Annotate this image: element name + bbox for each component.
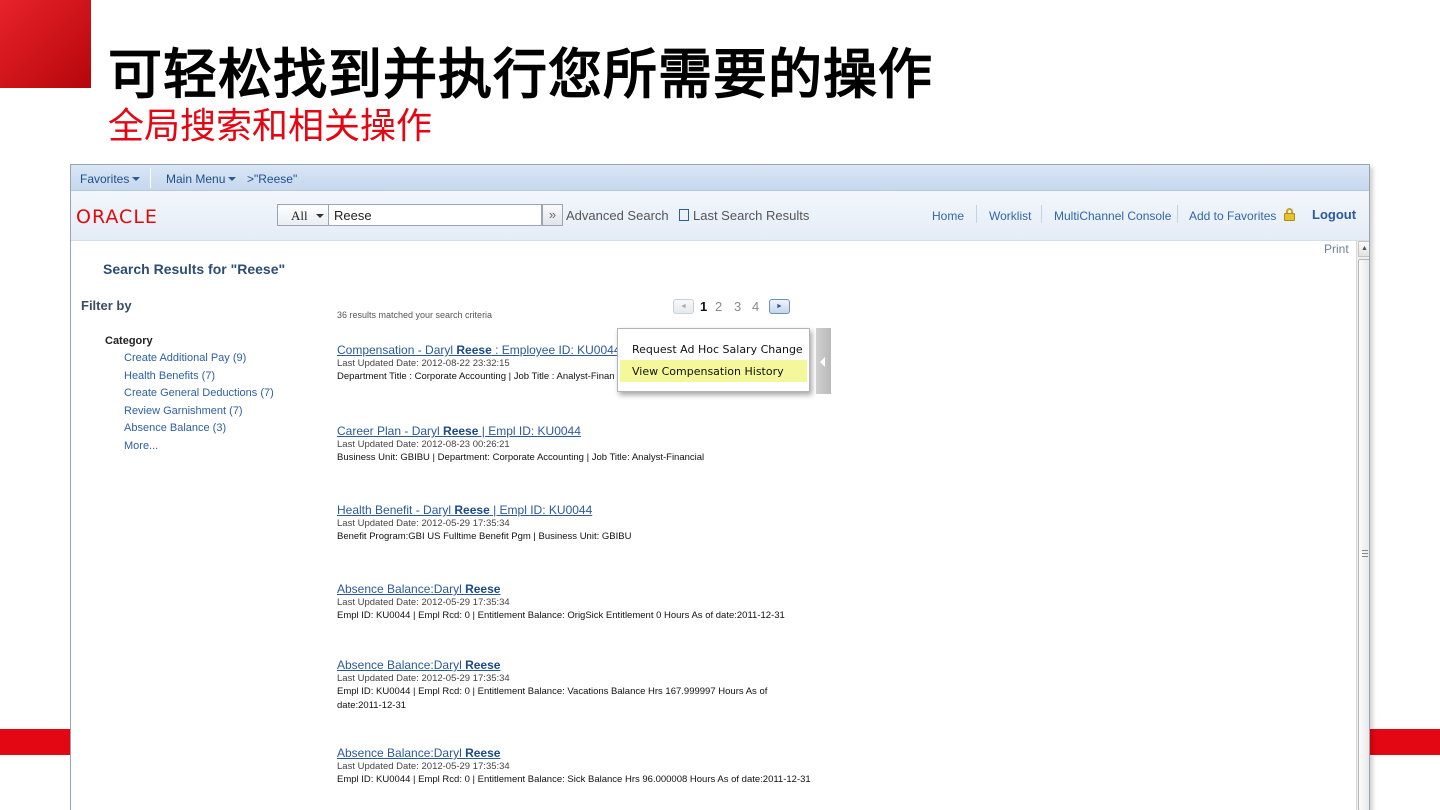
chevron-down-icon [132,177,141,181]
home-link[interactable]: Home [932,209,964,223]
header-bar: ORACLE All Reese » Advanced Search Last … [71,191,1369,241]
slide-subtitle: 全局搜索和相关操作 [108,106,433,147]
filter-item[interactable]: Health Benefits (7) [124,370,215,382]
match-count: 36 results matched your search criteria [337,310,493,320]
result-title-link[interactable]: Health Benefit - Daryl Reese | Empl ID: … [337,503,897,517]
filter-item[interactable]: Create Additional Pay (9) [124,352,246,364]
result-date: Last Updated Date: 2012-05-29 17:35:34 [337,597,510,608]
nav-divider [976,205,977,223]
page-2[interactable]: 2 [715,299,722,314]
add-to-favorites-link[interactable]: Add to Favorites [1189,209,1276,223]
scroll-thumb[interactable] [1358,259,1369,810]
worklist-link[interactable]: Worklist [989,209,1031,223]
peoplesoft-window: Favorites Main Menu >"Reese" ORACLE All … [70,164,1370,810]
filter-more-link[interactable]: More... [124,440,158,452]
search-result: Absence Balance:Daryl Reese Last Updated… [337,658,787,713]
search-scope-select[interactable]: All [277,204,329,226]
slide-red-band-right [1368,729,1440,755]
search-result: Career Plan - Daryl Reese | Empl ID: KU0… [337,424,897,465]
result-title-link[interactable]: Absence Balance:Daryl Reese [337,658,787,672]
results-heading: Search Results for "Reese" [103,261,286,277]
page-1[interactable]: 1 [700,299,707,314]
result-description: Benefit Program:GBI US Fulltime Benefit … [337,531,632,542]
filter-heading: Filter by [81,298,132,313]
search-result: Absence Balance:Daryl Reese Last Updated… [337,582,897,623]
print-link[interactable]: Print [1324,242,1349,256]
menu-bar: Favorites Main Menu >"Reese" [71,165,1369,191]
result-title-link[interactable]: Absence Balance:Daryl Reese [337,582,897,596]
result-date: Last Updated Date: 2012-08-23 00:26:21 [337,439,510,450]
pager-next-button[interactable]: ► [769,299,790,314]
search-input[interactable]: Reese [328,204,542,226]
filter-item[interactable]: Create General Deductions (7) [124,387,274,399]
filter-item[interactable]: Absence Balance (3) [124,422,226,434]
result-description: Empl ID: KU0044 | Empl Rcd: 0 | Entitlem… [337,774,811,785]
result-description: Empl ID: KU0044 | Empl Rcd: 0 | Entitlem… [337,610,785,621]
slide-title: 可轻松找到并执行您所需要的操作 [108,43,933,106]
result-date: Last Updated Date: 2012-05-29 17:35:34 [337,673,510,684]
main-menu[interactable]: Main Menu [166,172,237,186]
oracle-logo: ORACLE [76,206,158,228]
nav-divider [1177,205,1178,223]
result-title-link[interactable]: Absence Balance:Daryl Reese [337,746,897,760]
chevron-down-icon [228,177,237,181]
slide-red-square [0,0,91,88]
multichannel-console-link[interactable]: MultiChannel Console [1054,209,1171,223]
breadcrumb[interactable]: >"Reese" [247,172,297,186]
result-date: Last Updated Date: 2012-05-29 17:35:34 [337,518,510,529]
action-request-salary-change[interactable]: Request Ad Hoc Salary Change [620,338,807,360]
nav-divider [1041,205,1042,223]
chevron-down-icon [316,214,324,218]
page-4[interactable]: 4 [752,299,759,314]
scroll-up-arrow-icon[interactable]: ▲ [1358,241,1369,257]
advanced-search-link[interactable]: Advanced Search [566,208,669,223]
menu-divider [150,168,151,188]
pager-prev-button[interactable]: ◄ [673,299,694,314]
related-actions-toggle[interactable] [816,328,831,394]
scroll-grip-icon [1362,550,1368,557]
action-view-compensation-history[interactable]: View Compensation History [620,360,807,382]
search-result: Health Benefit - Daryl Reese | Empl ID: … [337,503,897,544]
filter-item[interactable]: Review Garnishment (7) [124,405,243,417]
vertical-scrollbar[interactable]: ▲ [1356,241,1369,810]
chevron-left-icon [820,357,825,367]
lock-icon [1284,208,1295,221]
favorites-menu[interactable]: Favorites [80,172,141,186]
result-description: Empl ID: KU0044 | Empl Rcd: 0 | Entitlem… [337,686,768,711]
related-actions-menu: Request Ad Hoc Salary Change View Compen… [617,328,810,392]
page-3[interactable]: 3 [734,299,741,314]
logout-link[interactable]: Logout [1312,207,1356,222]
result-title-link[interactable]: Career Plan - Daryl Reese | Empl ID: KU0… [337,424,897,438]
result-description: Business Unit: GBIBU | Department: Corpo… [337,452,705,463]
search-results-icon[interactable] [679,209,689,221]
search-result: Absence Balance:Daryl Reese Last Updated… [337,746,897,787]
slide-red-band-left [0,729,70,755]
category-heading: Category [105,335,153,347]
search-go-button[interactable]: » [542,204,563,226]
result-date: Last Updated Date: 2012-05-29 17:35:34 [337,761,510,772]
last-search-results-link[interactable]: Last Search Results [693,208,809,223]
